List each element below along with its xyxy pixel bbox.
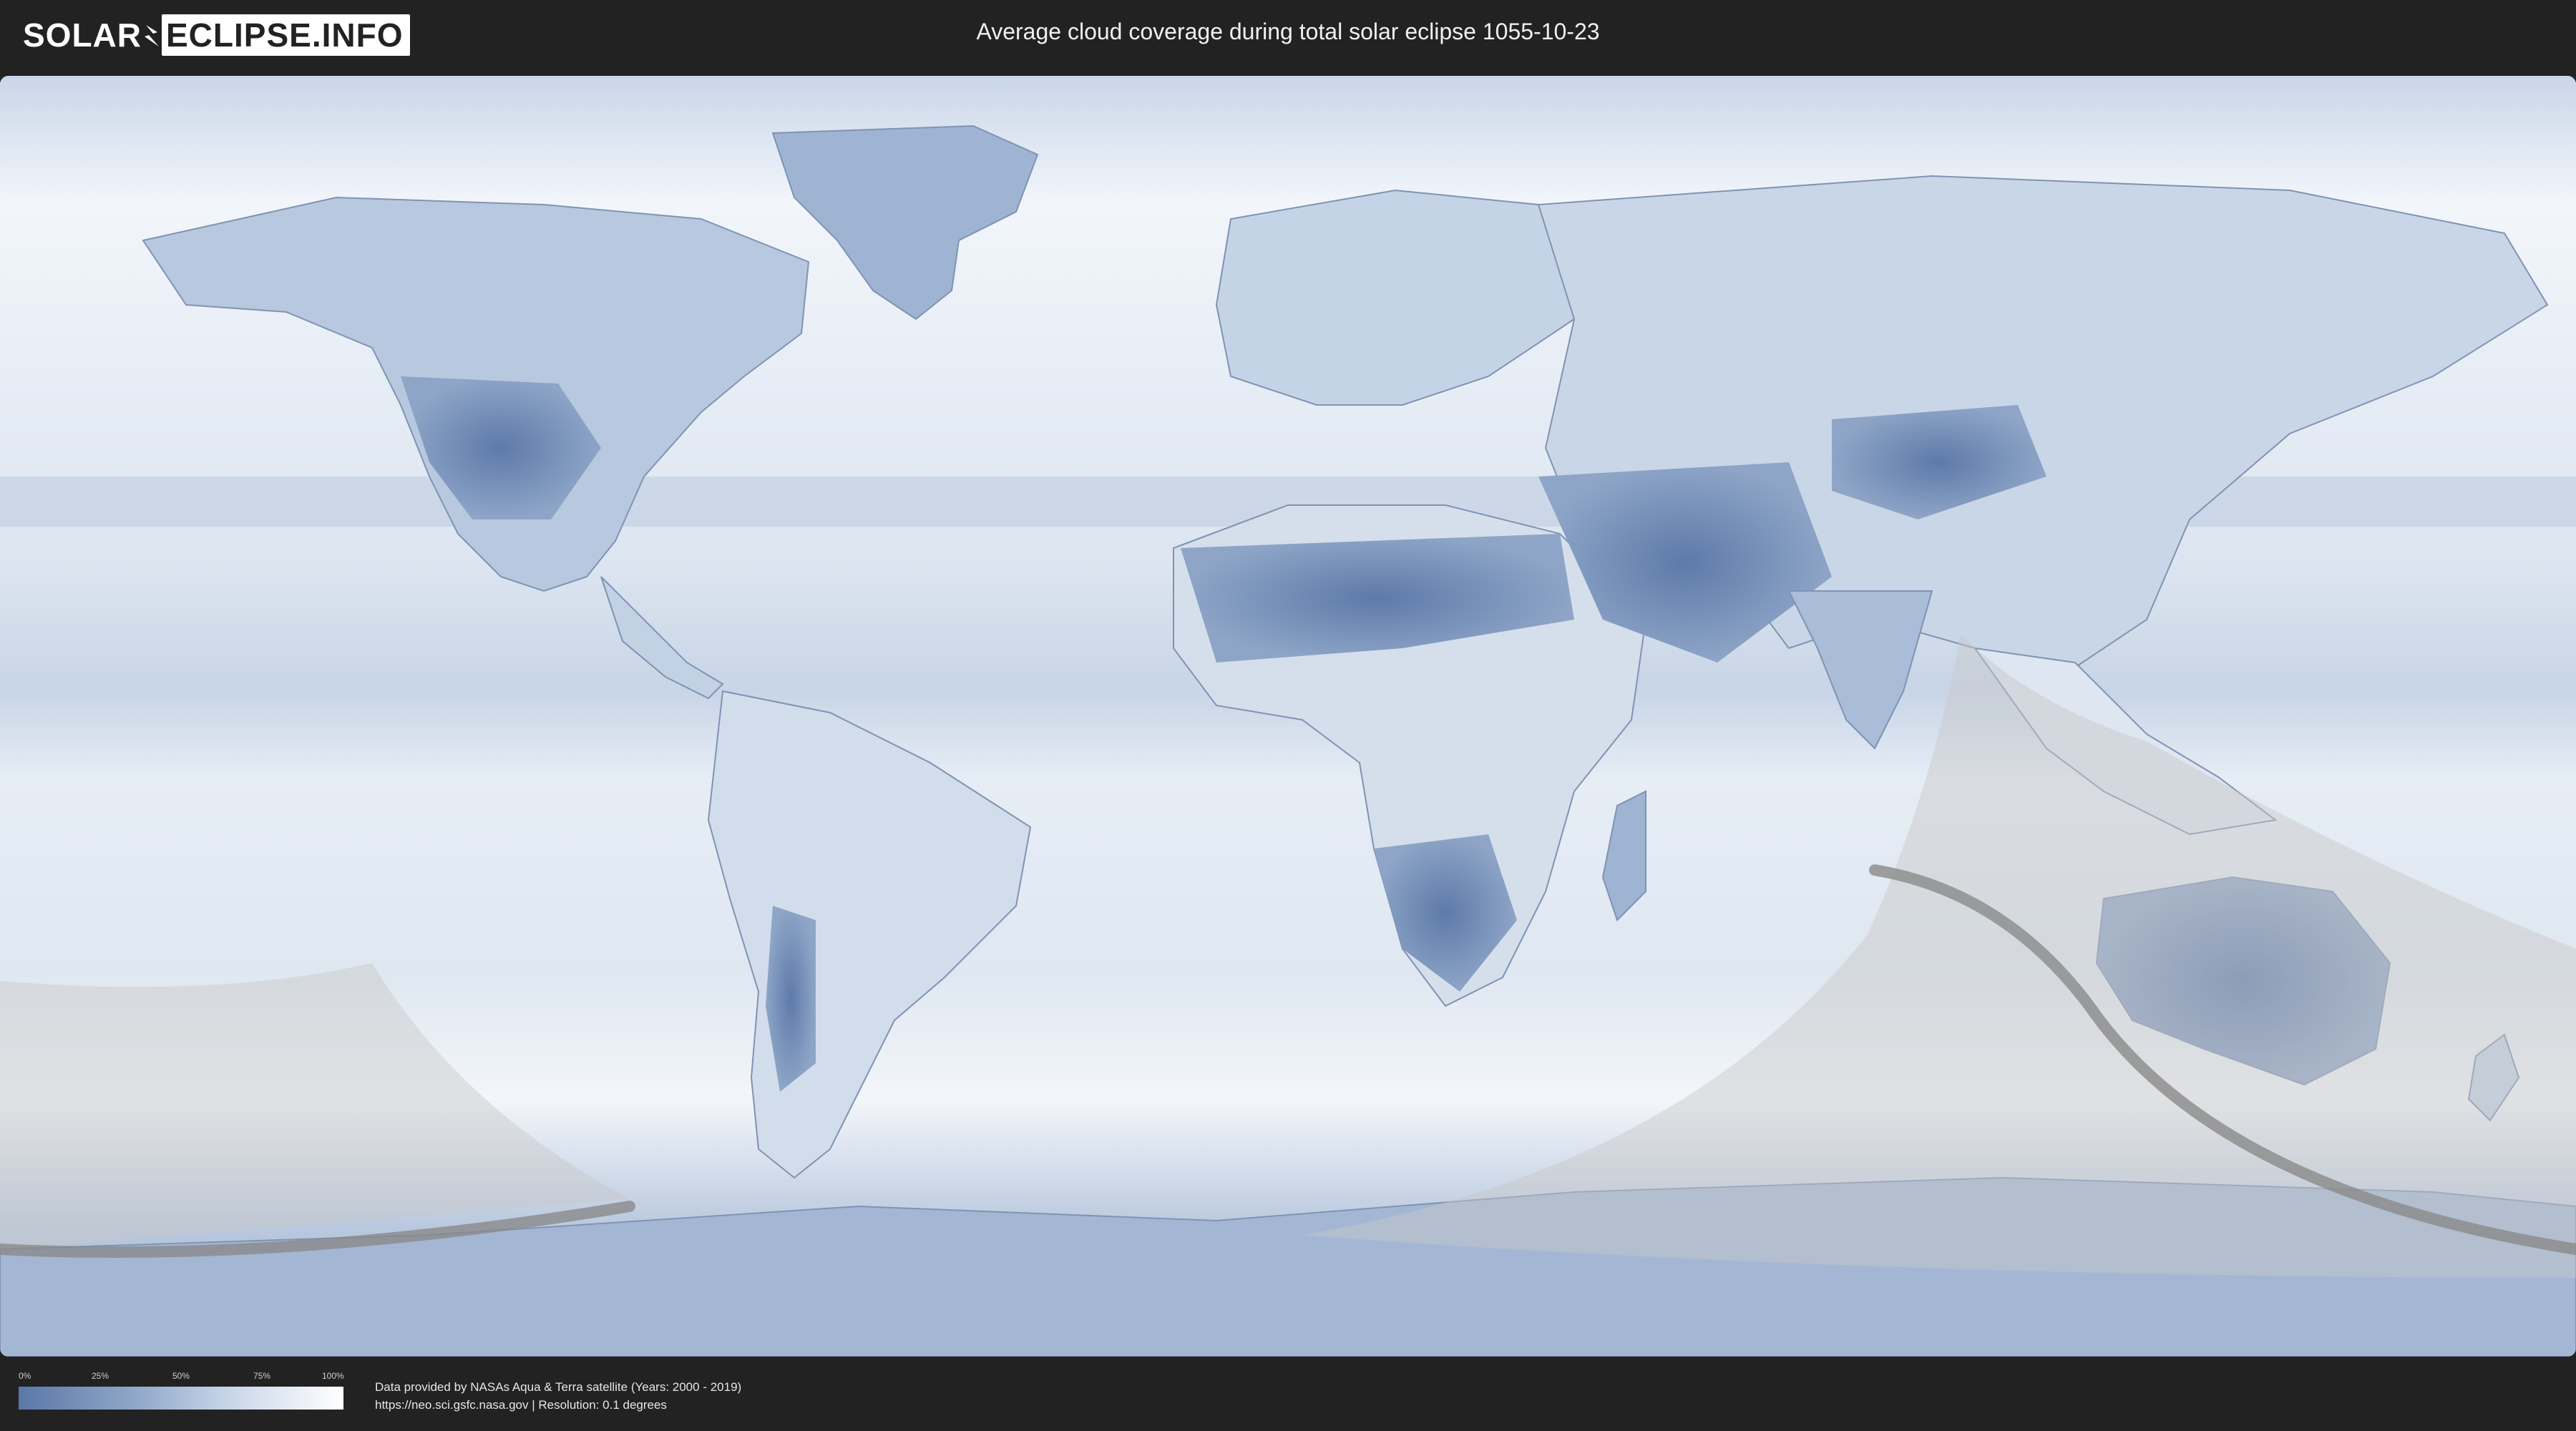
- legend-tick: 25%: [92, 1371, 109, 1381]
- footer-bar: 0% 25% 50% 75% 100% Data provided by NAS…: [0, 1357, 2576, 1431]
- legend-tick: 0%: [19, 1371, 31, 1381]
- legend-tick: 50%: [172, 1371, 190, 1381]
- legend-tick: 75%: [253, 1371, 271, 1381]
- credit-url[interactable]: https://neo.sci.gsfc.nasa.gov | Resoluti…: [375, 1396, 741, 1414]
- cloud-coverage-map[interactable]: [0, 76, 2576, 1357]
- legend-ticks: 0% 25% 50% 75% 100%: [19, 1371, 344, 1384]
- page-title: Average cloud coverage during total sola…: [976, 19, 1600, 44]
- legend-color-bar: [19, 1387, 343, 1410]
- credit-source: Data provided by NASAs Aqua & Terra sate…: [375, 1380, 742, 1394]
- cloud-coverage-legend: 0% 25% 50% 75% 100%: [19, 1371, 344, 1410]
- header-bar: SOLAR ECLIPSE.INFO Average cloud coverag…: [0, 0, 2576, 72]
- world-map-canvas: [0, 76, 2576, 1357]
- data-credits: Data provided by NASAs Aqua & Terra sate…: [375, 1378, 741, 1414]
- legend-tick: 100%: [322, 1371, 344, 1381]
